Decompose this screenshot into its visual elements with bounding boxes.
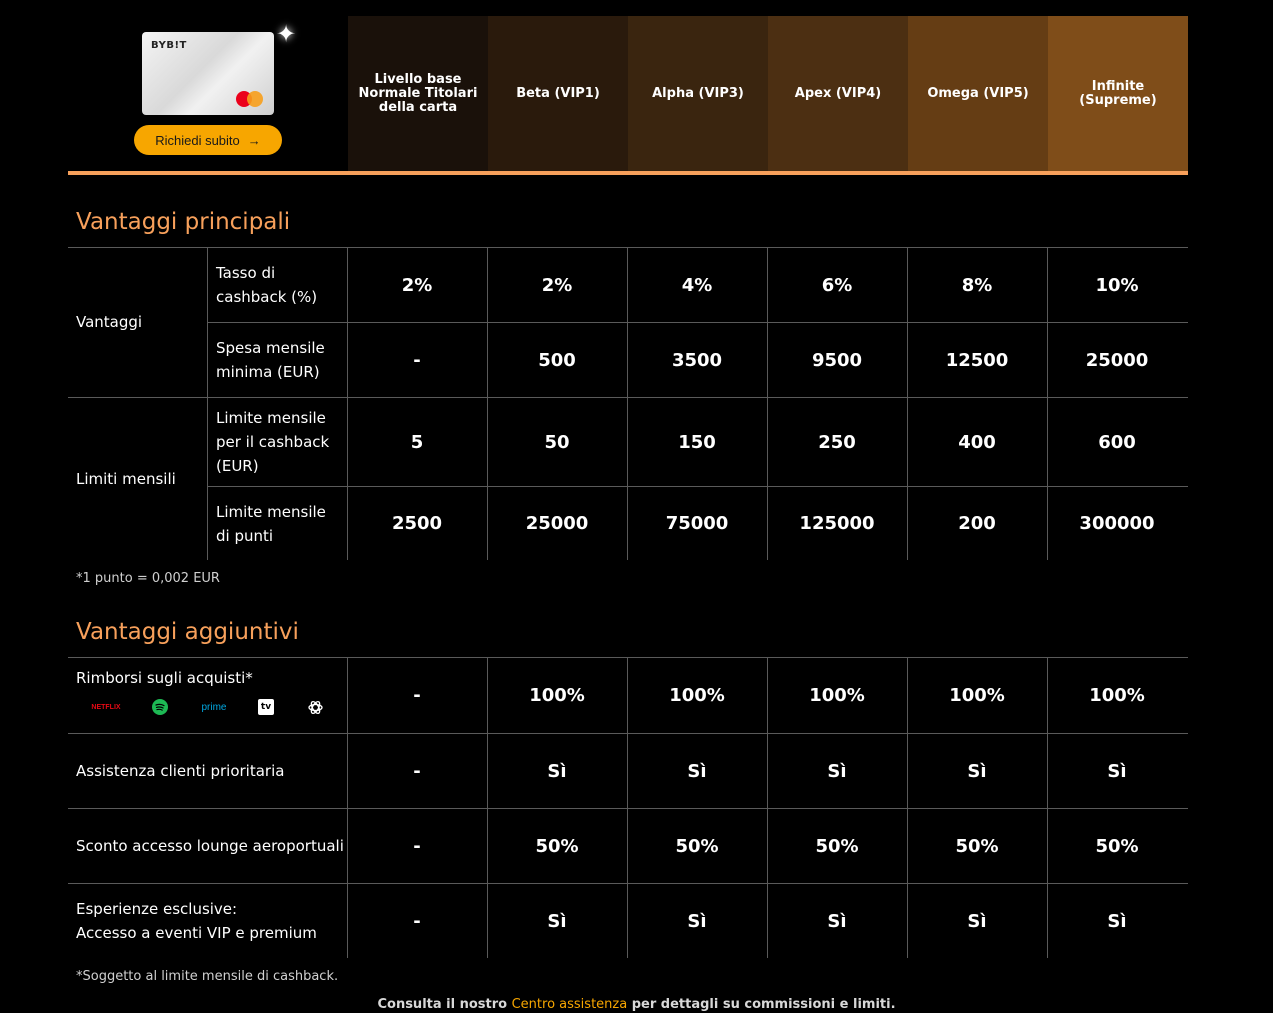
table-cell: 50% xyxy=(675,835,719,857)
netflix-icon: NETFLIX xyxy=(91,703,121,711)
row-label-cashback-rate: Tasso di cashback (%) xyxy=(216,264,318,306)
table-cell: 8% xyxy=(961,274,993,296)
row-label-priority-support: Assistenza clienti prioritaria xyxy=(76,762,285,780)
tier-header-alpha: Alpha (VIP3) xyxy=(628,16,768,171)
table-cell: 2% xyxy=(541,274,573,296)
apply-now-button[interactable]: Richiedi subito → xyxy=(134,125,282,155)
header-divider xyxy=(68,171,1188,175)
table-cell: 250 xyxy=(818,431,856,453)
table-cell: 50% xyxy=(1095,835,1139,857)
table-cell: 100% xyxy=(669,685,725,706)
table-cell: Sì xyxy=(1107,760,1127,782)
tier-header-omega: Omega (VIP5) xyxy=(908,16,1048,171)
table-cell: 25000 xyxy=(525,513,589,534)
tier-header-beta: Beta (VIP1) xyxy=(488,16,628,171)
table-cell: Sì xyxy=(827,910,847,932)
table-cell: 200 xyxy=(958,513,996,534)
table-cell: 100% xyxy=(529,685,585,706)
table-cell: 100% xyxy=(949,685,1005,706)
tier-header-apex: Apex (VIP4) xyxy=(768,16,908,171)
tradingview-icon: tv xyxy=(258,697,274,717)
card-image: BYB!T xyxy=(142,32,274,115)
tier-header-base: Livello base Normale Titolari della cart… xyxy=(348,16,488,171)
openai-icon xyxy=(306,697,324,717)
prime-video-icon: prime xyxy=(201,701,227,713)
row-label-cashback-limit: Limite mensile per il cashback (EUR) xyxy=(216,409,330,475)
table-cell: 100% xyxy=(809,685,865,706)
cashback-limit-note: *Soggetto al limite mensile di cashback. xyxy=(76,969,339,984)
main-benefits-title: Vantaggi principali xyxy=(76,209,291,235)
spotify-icon xyxy=(152,697,168,717)
group-label-monthly-limits: Limiti mensili xyxy=(76,470,176,488)
table-cell: 300000 xyxy=(1079,513,1155,534)
sparkle-icon: ✦ xyxy=(276,20,297,48)
table-cell: Sì xyxy=(967,910,987,932)
row-label-points-limit: Limite mensile di punti xyxy=(216,503,326,545)
table-cell: 150 xyxy=(678,431,716,453)
row-label-lounge-discount: Sconto accesso lounge aeroportuali xyxy=(76,837,344,855)
table-cell: 10% xyxy=(1095,274,1139,296)
table-cell: 12500 xyxy=(945,349,1009,371)
row-label-purchase-refunds: Rimborsi sugli acquisti* xyxy=(76,669,253,687)
tier-header-infinite: Infinite (Supreme) xyxy=(1048,16,1188,171)
table-cell: Sì xyxy=(547,760,567,782)
table-cell: 2% xyxy=(401,274,433,296)
apply-now-label: Richiedi subito xyxy=(155,132,240,148)
footer-help-text: Consulta il nostro Centro assistenza per… xyxy=(377,997,896,1012)
table-cell: 125000 xyxy=(799,513,875,534)
table-cell: - xyxy=(413,910,421,932)
row-label-exclusive-experiences: Esperienze esclusive: Accesso a eventi V… xyxy=(76,900,317,942)
group-label-benefits: Vantaggi xyxy=(76,313,143,331)
arrow-right-icon: → xyxy=(247,132,261,148)
table-cell: 5 xyxy=(410,431,424,453)
table-cell: 9500 xyxy=(811,349,863,371)
divider xyxy=(207,247,208,560)
table-cell: Sì xyxy=(967,760,987,782)
table-cell: 50% xyxy=(535,835,579,857)
points-note: *1 punto = 0,002 EUR xyxy=(76,571,220,586)
table-cell: 4% xyxy=(681,274,713,296)
table-cell: Sì xyxy=(687,760,707,782)
table-cell: - xyxy=(413,760,421,782)
table-cell: Sì xyxy=(687,910,707,932)
table-cell: Sì xyxy=(547,910,567,932)
table-cell: 75000 xyxy=(665,513,729,534)
table-cell: 500 xyxy=(538,349,576,371)
table-cell: 600 xyxy=(1098,431,1136,453)
table-cell: - xyxy=(413,685,421,706)
table-cell: - xyxy=(413,835,421,857)
table-cell: 2500 xyxy=(391,513,443,534)
table-cell: 25000 xyxy=(1085,349,1149,371)
brand-logos: NETFLIX prime tv xyxy=(90,697,330,717)
table-cell: Sì xyxy=(827,760,847,782)
table-cell: - xyxy=(413,349,421,371)
mastercard-icon xyxy=(236,91,264,107)
row-label-min-spend: Spesa mensile minima (EUR) xyxy=(216,339,325,381)
table-cell: 3500 xyxy=(671,349,723,371)
table-cell: 6% xyxy=(821,274,853,296)
table-cell: 50% xyxy=(955,835,999,857)
table-cell: 100% xyxy=(1089,685,1145,706)
table-cell: Sì xyxy=(1107,910,1127,932)
table-cell: 400 xyxy=(958,431,996,453)
card-brand-logo: BYB!T xyxy=(151,40,187,51)
additional-benefits-title: Vantaggi aggiuntivi xyxy=(76,619,299,645)
table-cell: 50% xyxy=(815,835,859,857)
help-center-link[interactable]: Centro assistenza xyxy=(512,997,628,1012)
table-cell: 50 xyxy=(544,431,570,453)
